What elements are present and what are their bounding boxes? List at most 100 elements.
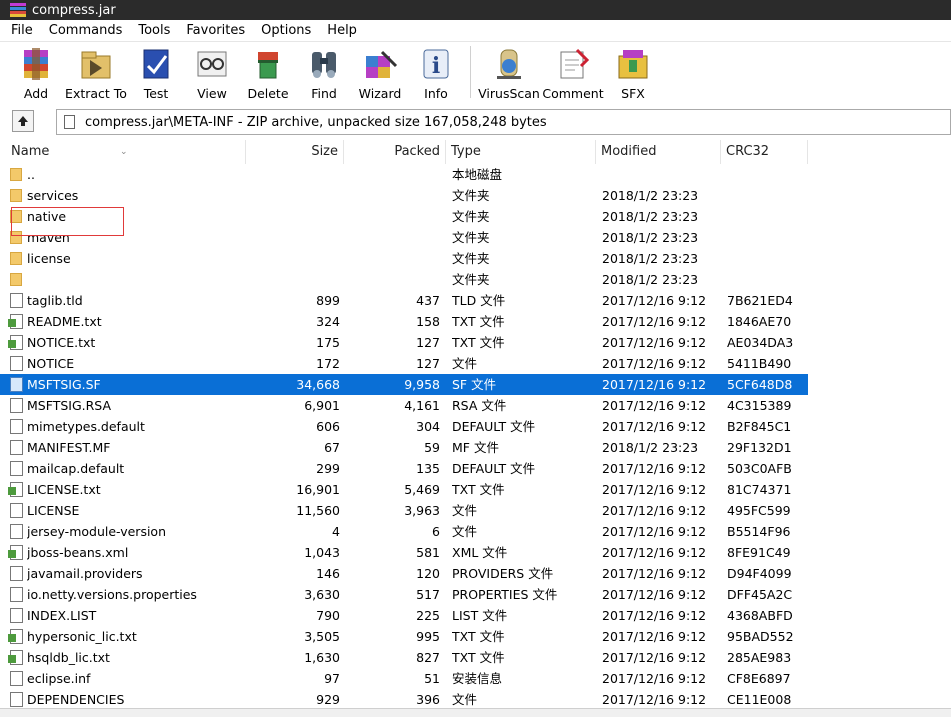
menu-file[interactable]: File: [3, 23, 41, 38]
file-type: MF 文件: [452, 440, 499, 455]
table-row[interactable]: services 文件夹 2018/1/2 23:23: [0, 185, 808, 206]
table-row[interactable]: hypersonic_lic.txt 3,505 995 TXT 文件 2017/12/…: [0, 626, 808, 647]
file-name: NOTICE.txt: [27, 335, 96, 350]
table-row[interactable]: NOTICE 172 127 文件 2017/12/16 9:12 5411B490: [0, 353, 808, 374]
column-header-size[interactable]: Size: [246, 140, 344, 164]
file-crc32: 5CF648D8: [727, 377, 793, 392]
table-row-selected[interactable]: MSFTSIG.SF 34,668 9,958 SF 文件 2017/12/16 9:1…: [0, 374, 808, 395]
menu-favorites[interactable]: Favorites: [178, 23, 253, 38]
file-name: eclipse.inf: [27, 671, 91, 686]
file-modified: 2018/1/2 23:23: [602, 188, 699, 203]
file-packed: 396: [416, 692, 440, 707]
column-header-type[interactable]: Type: [446, 140, 596, 164]
file-icon: [10, 419, 23, 434]
table-row[interactable]: LICENSE.txt 16,901 5,469 TXT 文件 2017/12/16 9…: [0, 479, 808, 500]
table-row[interactable]: io.netty.versions.properties 3,630 517 PROP…: [0, 584, 808, 605]
file-type: LIST 文件: [452, 608, 508, 623]
file-modified: 2017/12/16 9:12: [602, 503, 707, 518]
table-row[interactable]: jersey-module-version 4 6 文件 2017/12/16 9:12…: [0, 521, 808, 542]
file-type: 文件夹: [452, 209, 490, 224]
file-type: TXT 文件: [452, 650, 505, 665]
table-row[interactable]: LICENSE 11,560 3,963 文件 2017/12/16 9:12 495FC…: [0, 500, 808, 521]
file-crc32: [727, 269, 807, 290]
file-name: mailcap.default: [27, 461, 125, 476]
table-row[interactable]: eclipse.inf 97 51 安装信息 2017/12/16 9:12 CF8E68…: [0, 668, 808, 689]
file-crc32: [727, 185, 807, 206]
menu-tools[interactable]: Tools: [130, 23, 178, 38]
arrow-up-icon: [18, 116, 28, 126]
file-modified: 2017/12/16 9:12: [602, 293, 707, 308]
table-row[interactable]: MANIFEST.MF 67 59 MF 文件 2018/1/2 23:23 29F132…: [0, 437, 808, 458]
table-row[interactable]: MSFTSIG.RSA 6,901 4,161 RSA 文件 2017/12/16 9:…: [0, 395, 808, 416]
file-crc32: 8FE91C49: [727, 545, 791, 560]
file-modified: 2017/12/16 9:12: [602, 482, 707, 497]
table-row[interactable]: mailcap.default 299 135 DEFAULT 文件 2017/12/1…: [0, 458, 808, 479]
table-row[interactable]: javamail.providers 146 120 PROVIDERS 文件 2017…: [0, 563, 808, 584]
file-modified: 2018/1/2 23:23: [602, 272, 699, 287]
file-crc32: D94F4099: [727, 566, 792, 581]
column-header-name[interactable]: Name ⌄: [0, 140, 246, 164]
info-button[interactable]: i Info: [408, 42, 464, 102]
file-size: 790: [316, 608, 340, 623]
file-packed: 3,963: [404, 503, 440, 518]
file-crc32: B5514F96: [727, 524, 791, 539]
file-type: 安装信息: [452, 671, 503, 686]
file-crc32: AE034DA3: [727, 335, 794, 350]
address-path: compress.jar\META-INF - ZIP archive, unp…: [85, 114, 547, 130]
file-modified: 2017/12/16 9:12: [602, 629, 707, 644]
text-file-icon: [8, 482, 23, 497]
file-modified: 2017/12/16 9:12: [602, 419, 707, 434]
find-label: Find: [311, 86, 337, 101]
menu-options[interactable]: Options: [253, 23, 319, 38]
file-packed: 59: [424, 440, 440, 455]
table-row[interactable]: INDEX.LIST 790 225 LIST 文件 2017/12/16 9:12 43…: [0, 605, 808, 626]
table-row[interactable]: license 文件夹 2018/1/2 23:23: [0, 248, 808, 269]
file-modified: 2017/12/16 9:12: [602, 398, 707, 413]
add-label: Add: [23, 86, 49, 101]
file-packed: 581: [416, 545, 440, 560]
file-type: DEFAULT 文件: [452, 461, 536, 476]
file-crc32: CF8E6897: [727, 671, 791, 686]
file-modified: 2018/1/2 23:23: [602, 209, 699, 224]
file-type: RSA 文件: [452, 398, 507, 413]
column-header-packed[interactable]: Packed: [344, 140, 446, 164]
table-row[interactable]: hsqldb_lic.txt 1,630 827 TXT 文件 2017/12/16 9…: [0, 647, 808, 668]
view-button[interactable]: View: [184, 42, 240, 102]
sfx-button[interactable]: SFX: [605, 42, 661, 102]
virusscan-button[interactable]: VirusScan: [477, 42, 541, 102]
menu-help[interactable]: Help: [319, 23, 365, 38]
table-row[interactable]: 文件夹 2018/1/2 23:23: [0, 269, 808, 290]
table-row[interactable]: README.txt 324 158 TXT 文件 2017/12/16 9:12 184…: [0, 311, 808, 332]
file-modified: 2017/12/16 9:12: [602, 650, 707, 665]
table-row[interactable]: jboss-beans.xml 1,043 581 XML 文件 2017/12/16 …: [0, 542, 808, 563]
file-type: XML 文件: [452, 545, 508, 560]
table-row[interactable]: DEPENDENCIES 929 396 文件 2017/12/16 9:12 CE11E…: [0, 689, 808, 708]
file-size: 172: [316, 356, 340, 371]
test-button[interactable]: Test: [128, 42, 184, 102]
address-bar[interactable]: compress.jar\META-INF - ZIP archive, unp…: [56, 109, 951, 135]
column-header-crc32[interactable]: CRC32: [721, 140, 808, 164]
file-size: 4: [332, 524, 340, 539]
comment-button[interactable]: Comment: [541, 42, 605, 102]
file-packed: 135: [416, 461, 440, 476]
file-icon: [10, 398, 23, 413]
list-header: Name ⌄ Size Packed Type Modified CRC32: [0, 140, 951, 164]
table-row[interactable]: NOTICE.txt 175 127 TXT 文件 2017/12/16 9:12 AE0…: [0, 332, 808, 353]
file-modified: 2017/12/16 9:12: [602, 461, 707, 476]
delete-button[interactable]: Delete: [240, 42, 296, 102]
extract-to-button[interactable]: Extract To: [64, 42, 128, 102]
table-row[interactable]: .. 本地磁盘: [0, 164, 808, 185]
column-header-modified[interactable]: Modified: [596, 140, 721, 164]
table-row[interactable]: taglib.tld 899 437 TLD 文件 2017/12/16 9:12 7B6…: [0, 290, 808, 311]
up-folder-button[interactable]: [12, 110, 34, 132]
wizard-button[interactable]: Wizard: [352, 42, 408, 102]
file-crc32: 1846AE70: [727, 314, 792, 329]
file-icon: [10, 587, 23, 602]
find-button[interactable]: Find: [296, 42, 352, 102]
info-label: Info: [424, 86, 448, 101]
folder-icon: [10, 189, 22, 202]
table-row[interactable]: mimetypes.default 606 304 DEFAULT 文件 2017/12…: [0, 416, 808, 437]
file-name: MSFTSIG.SF: [27, 377, 101, 392]
add-button[interactable]: Add: [8, 42, 64, 102]
menu-commands[interactable]: Commands: [41, 23, 131, 38]
